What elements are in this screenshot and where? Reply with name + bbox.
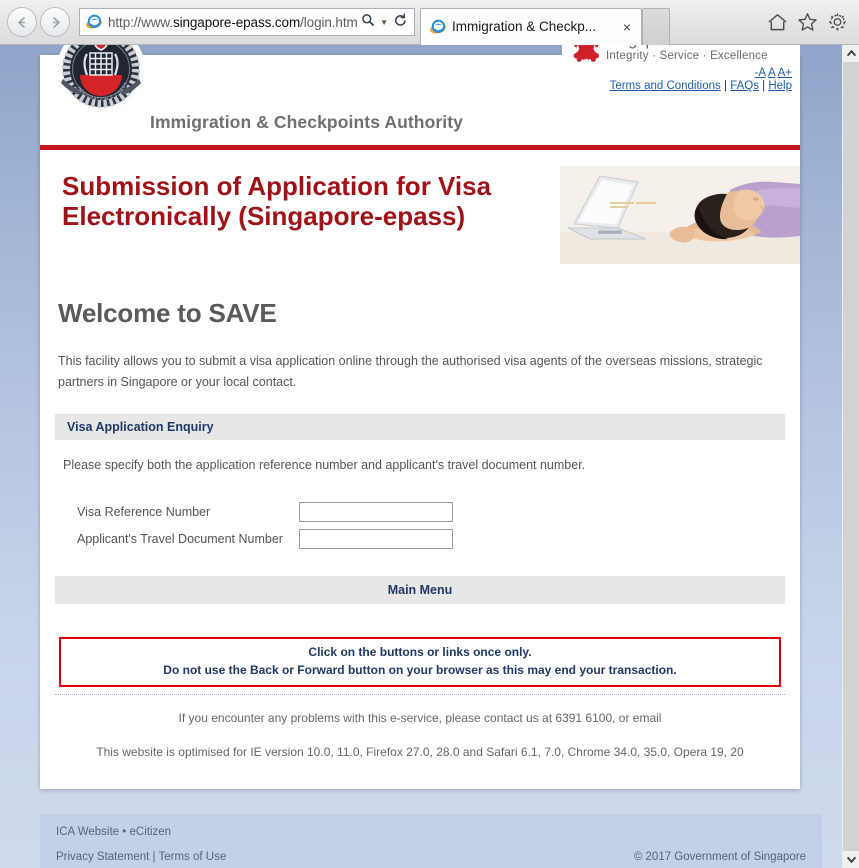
warning-line-1: Click on the buttons or links once only. [308,645,532,660]
form-instruction: Please specify both the application refe… [63,458,586,473]
terms-and-conditions-link[interactable]: Terms and Conditions [610,80,721,92]
dotted-divider [55,694,785,696]
ecitizen-link[interactable]: eCitizen [130,826,172,838]
travel-document-number-label: Applicant's Travel Document Number [77,532,283,547]
new-tab-button[interactable] [642,7,670,45]
address-bar-icons: ▼ [358,13,414,32]
site-container: IMMIGRATION & CHECKPOINTS AUTHORITY Immi… [40,45,800,790]
copyright-text: © 2017 Government of Singapore [633,851,806,863]
link-separator: | [720,80,731,92]
vertical-scrollbar[interactable] [842,45,859,868]
gear-icon[interactable] [827,12,848,32]
ie-favicon-icon [427,18,449,36]
page-title: Submission of Application for Visa Elect… [62,171,562,232]
page-viewport: IMMIGRATION & CHECKPOINTS AUTHORITY Immi… [0,45,859,868]
star-icon[interactable] [797,12,818,32]
font-size-controls: -A A A+ [570,67,792,79]
enquiry-form: Visa Reference Number Applicant's Travel… [55,502,785,550]
scroll-down-icon[interactable] [843,851,859,868]
main-menu-button[interactable]: Main Menu [55,576,785,605]
warning-box: Click on the buttons or links once only.… [59,637,781,688]
lion-head-logo-icon [570,45,600,64]
intro-paragraph: This facility allows you to submit a vis… [58,354,763,389]
link-separator: | [758,80,769,92]
browser-chrome: http://www.singapore-epass.com/login.htm… [0,0,859,45]
site-footer: ICA Website • eCitizen Privacy Statement… [40,814,822,868]
help-link[interactable]: Help [768,80,792,92]
tab-immigration-checkpoints[interactable]: Immigration & Checkp... × [420,7,642,45]
chevron-down-icon[interactable]: ▼ [380,18,388,27]
forward-arrow-icon[interactable] [40,7,70,37]
font-decrease-link[interactable]: -A [755,67,766,79]
sg-gov-tagline: Integrity · Service · Excellence [606,50,768,63]
faqs-link[interactable]: FAQs [730,80,759,92]
ica-title: Immigration & Checkpoints Authority [150,112,464,132]
close-icon[interactable]: × [619,19,635,35]
form-row-visa-reference-number: Visa Reference Number [77,502,785,523]
ica-website-link[interactable]: ICA Website [56,826,119,838]
footer-bullet: • [119,826,130,838]
header-links: Terms and Conditions | FAQs | Help [570,80,792,92]
site-header: IMMIGRATION & CHECKPOINTS AUTHORITY Immi… [40,45,800,150]
browser-compatibility-text: This website is optimised for IE version… [96,745,744,760]
main-content: Welcome to SAVE This facility allows you… [40,298,800,760]
form-row-travel-document-number: Applicant's Travel Document Number [77,529,785,550]
visa-reference-number-input[interactable] [299,502,453,523]
font-increase-link[interactable]: A+ [778,67,792,79]
scroll-up-icon[interactable] [843,45,859,62]
ie-favicon-icon [83,13,105,31]
footer-separator: | [149,851,159,863]
page-title-line2: Electronically (Singapore-epass) [62,200,466,231]
refresh-icon[interactable] [390,13,410,32]
navigation-buttons [0,7,70,37]
back-arrow-icon[interactable] [7,7,37,37]
footer-links-top: ICA Website • eCitizen [56,826,806,838]
terms-of-use-link[interactable]: Terms of Use [159,851,227,863]
address-bar[interactable]: http://www.singapore-epass.com/login.htm… [79,8,415,36]
contact-info-text: If you encounter any problems with this … [178,711,662,726]
sg-gov-word-singapore: Singapore [606,45,681,49]
privacy-statement-link[interactable]: Privacy Statement [56,851,149,863]
section-header-visa-application-enquiry: Visa Application Enquiry [55,414,785,441]
footer-links-bottom: Privacy Statement | Terms of Use © 2017 … [56,851,806,863]
page-title-line1: Submission of Application for Visa [62,171,492,201]
banner-photo [560,166,800,264]
welcome-heading: Welcome to SAVE [58,298,277,328]
browser-tabs: Immigration & Checkp... × [420,0,670,45]
sg-gov-word-government: Government [681,45,772,49]
font-normal-link[interactable]: A [768,67,775,79]
address-bar-url: http://www.singapore-epass.com/login.htm… [108,14,359,30]
ica-crest-logo-icon: IMMIGRATION & CHECKPOINTS AUTHORITY [53,45,147,115]
footer-legal-links: Privacy Statement | Terms of Use [56,851,226,863]
singapore-government-banner: Singapore Government Integrity · Service… [562,45,800,97]
warning-line-2: Do not use the Back or Forward button on… [163,662,677,677]
browser-toolbar-right [767,12,859,32]
travel-document-number-input[interactable] [299,529,453,550]
visa-reference-number-label: Visa Reference Number [77,505,211,520]
search-icon[interactable] [358,13,378,31]
page-banner: Submission of Application for Visa Elect… [40,150,800,276]
tab-title: Immigration & Checkp... [452,19,597,34]
home-icon[interactable] [767,12,788,32]
